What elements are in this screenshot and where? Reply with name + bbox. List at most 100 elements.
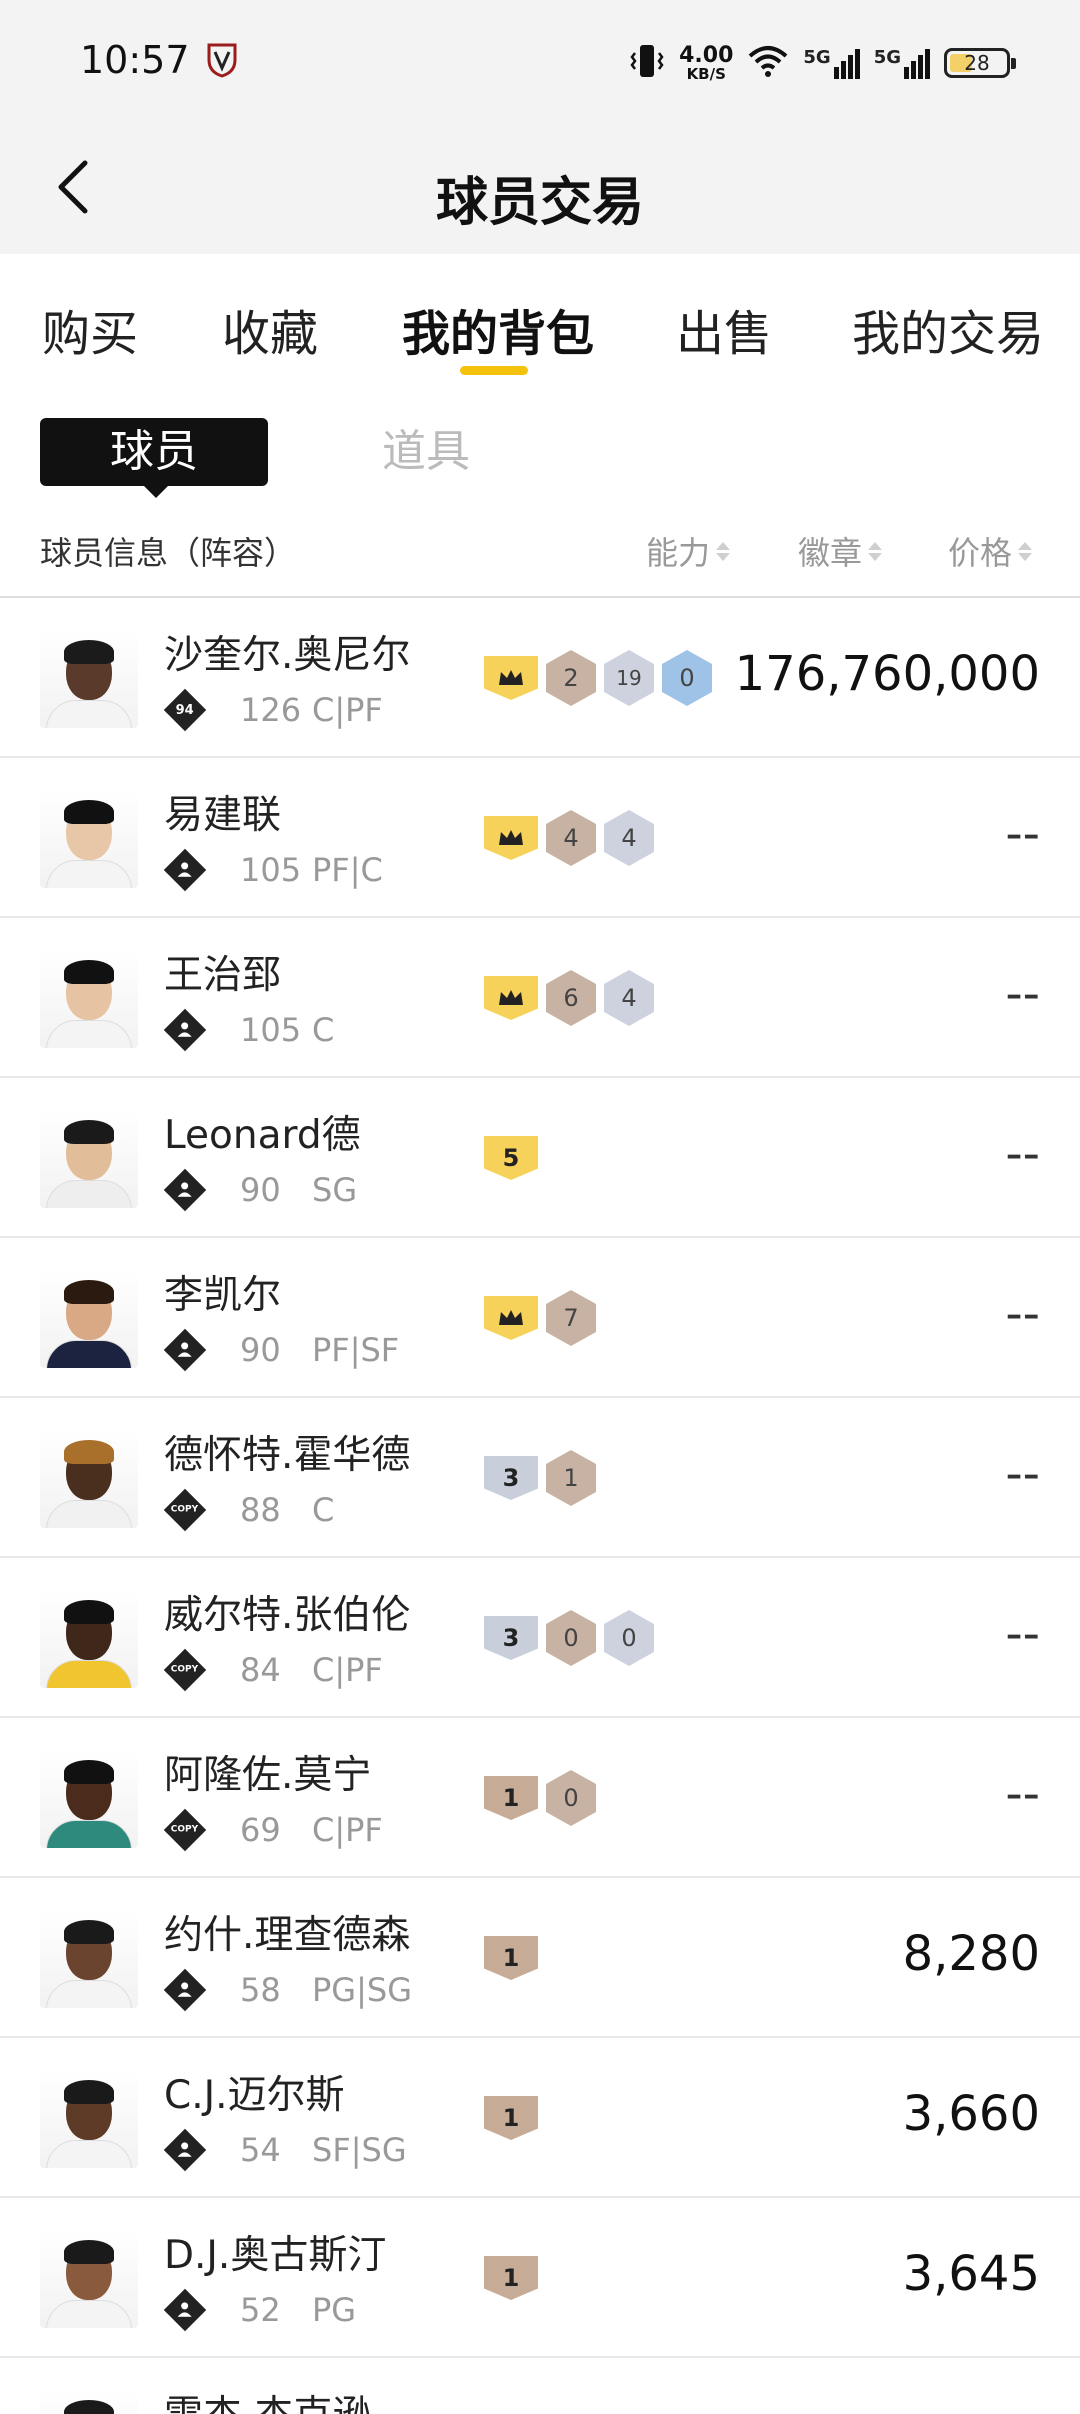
tab-sell[interactable]: 出售 — [676, 294, 772, 364]
player-name: D.J.奥古斯汀 — [164, 2233, 387, 2278]
person-icon — [177, 861, 193, 880]
sort-ability[interactable]: 能力 — [646, 528, 731, 574]
badge-group: 10 — [484, 1770, 596, 1826]
tier-icon — [163, 848, 207, 892]
subtab-players[interactable]: 球员 — [40, 418, 268, 498]
tab-my-backpack[interactable]: 我的背包 — [402, 294, 594, 364]
player-position: SG — [312, 1171, 358, 1209]
crown-icon — [484, 1296, 538, 1340]
player-name: 王治郅 — [164, 953, 282, 998]
ability-badge: 3 — [484, 1616, 538, 1660]
sort-ability-label: 能力 — [646, 534, 711, 572]
tier-icon: COPY — [163, 1488, 207, 1532]
tier-label: COPY — [171, 1504, 199, 1515]
sort-price[interactable]: 价格 — [948, 528, 1033, 574]
player-row[interactable]: C.J.迈尔斯 54 SF|SG 1 3,660 — [0, 2038, 1080, 2198]
badge-group: 1 — [484, 2250, 538, 2306]
tab-favorites[interactable]: 收藏 — [222, 294, 318, 364]
player-row[interactable]: 易建联 105 PF|C 4 4 -- — [0, 758, 1080, 918]
player-name: 易建联 — [164, 793, 282, 838]
player-name: 德怀特.霍华德 — [164, 1433, 411, 1478]
player-avatar — [40, 2230, 138, 2328]
person-icon — [177, 1021, 193, 1040]
net-speed: 4.00 KB/S — [679, 42, 734, 82]
player-row[interactable]: 威尔特.张伯伦 COPY 84 C|PF 3 0 0 -- — [0, 1558, 1080, 1718]
person-icon — [177, 1341, 193, 1360]
player-meta: COPY 88 C — [163, 1488, 334, 1532]
badge-group: 1 — [484, 1930, 538, 1986]
signal-2-icon: 5G — [874, 47, 930, 79]
player-row[interactable]: 雷杰.杰克逊 — [0, 2358, 1080, 2414]
player-avatar — [40, 1430, 138, 1528]
player-price: 176,760,000 — [734, 646, 1040, 702]
badge-count: 7 — [546, 1290, 596, 1346]
badge-group: 44 — [484, 810, 654, 866]
signal-1-icon: 5G — [803, 47, 860, 79]
person-icon — [177, 1181, 193, 1200]
player-meta: 105 C — [163, 1008, 335, 1052]
player-meta: COPY 84 C|PF — [163, 1648, 383, 1692]
sort-arrows-icon — [1018, 541, 1033, 561]
player-rating: 90 — [240, 1171, 281, 1209]
net-speed-value: 4.00 — [679, 42, 734, 68]
player-meta: 90 PF|SF — [163, 1328, 399, 1372]
badge-group: 64 — [484, 970, 654, 1026]
player-name: 雷杰.杰克逊 — [164, 2384, 371, 2414]
player-name: 李凯尔 — [164, 1273, 282, 1318]
player-row[interactable]: D.J.奥古斯汀 52 PG 1 3,645 — [0, 2198, 1080, 2358]
ability-badge: 5 — [484, 1136, 538, 1180]
crown-icon — [484, 976, 538, 1020]
player-row[interactable]: 德怀特.霍华德 COPY 88 C 3 1 -- — [0, 1398, 1080, 1558]
player-rating: 126 — [240, 691, 302, 729]
player-row[interactable]: Leonard德 90 SG 5 -- — [0, 1078, 1080, 1238]
player-row[interactable]: 李凯尔 90 PF|SF 7 -- — [0, 1238, 1080, 1398]
tab-my-trades[interactable]: 我的交易 — [852, 294, 1044, 364]
badge-count: 2 — [546, 650, 596, 706]
player-avatar — [40, 1110, 138, 1208]
sort-arrows-icon — [716, 541, 731, 561]
person-icon — [177, 2141, 193, 2160]
status-time: 10:57 — [80, 38, 190, 82]
player-price: 3,660 — [902, 2086, 1040, 2142]
player-price: 3,645 — [902, 2246, 1040, 2302]
tab-buy[interactable]: 购买 — [42, 294, 138, 364]
player-name: 阿隆佐.莫宁 — [164, 1753, 372, 1798]
badge-count: 4 — [604, 810, 654, 866]
tier-label: 94 — [175, 702, 195, 718]
player-row[interactable]: 约什.理查德森 58 PG|SG 1 8,280 — [0, 1878, 1080, 2038]
tier-label: COPY — [171, 1824, 199, 1835]
badge-group: 5 — [484, 1130, 538, 1186]
sort-badge[interactable]: 徽章 — [798, 528, 883, 574]
badge-count: 4 — [546, 810, 596, 866]
active-tab-indicator — [460, 366, 528, 375]
badge-count: 1 — [546, 1450, 596, 1506]
player-rating: 84 — [240, 1651, 281, 1689]
column-header: 球员信息（阵容） 能力 徽章 价格 — [0, 512, 1080, 596]
app-header: 球员交易 — [0, 130, 1080, 254]
badge-group: 31 — [484, 1450, 596, 1506]
player-avatar — [40, 2390, 138, 2414]
tier-icon — [163, 1328, 207, 1372]
player-row[interactable]: 沙奎尔.奥尼尔 94 126 C|PF 2 19 0 176,760,000 — [0, 598, 1080, 758]
subtab-items[interactable]: 道具 — [382, 418, 470, 486]
person-icon — [177, 1981, 193, 2000]
tier-icon — [163, 1968, 207, 2012]
player-meta: 90 SG — [163, 1168, 358, 1212]
player-name: 威尔特.张伯伦 — [164, 1593, 411, 1638]
player-row[interactable]: 阿隆佐.莫宁 COPY 69 C|PF 1 0 -- — [0, 1718, 1080, 1878]
player-name: Leonard德 — [164, 1113, 361, 1158]
battery-icon: 28 — [944, 48, 1016, 78]
player-position: C — [312, 1011, 335, 1049]
player-rating: 105 — [240, 851, 302, 889]
tier-icon — [163, 1008, 207, 1052]
wifi-icon — [747, 44, 789, 82]
player-rating: 54 — [240, 2131, 281, 2169]
tier-icon — [163, 1168, 207, 1212]
player-price: -- — [1005, 1446, 1040, 1502]
player-price: -- — [1005, 806, 1040, 862]
player-price: -- — [1005, 1286, 1040, 1342]
crown-icon — [484, 656, 538, 700]
badge-count: 0 — [546, 1770, 596, 1826]
tier-icon: COPY — [163, 1808, 207, 1852]
player-row[interactable]: 王治郅 105 C 6 4 -- — [0, 918, 1080, 1078]
